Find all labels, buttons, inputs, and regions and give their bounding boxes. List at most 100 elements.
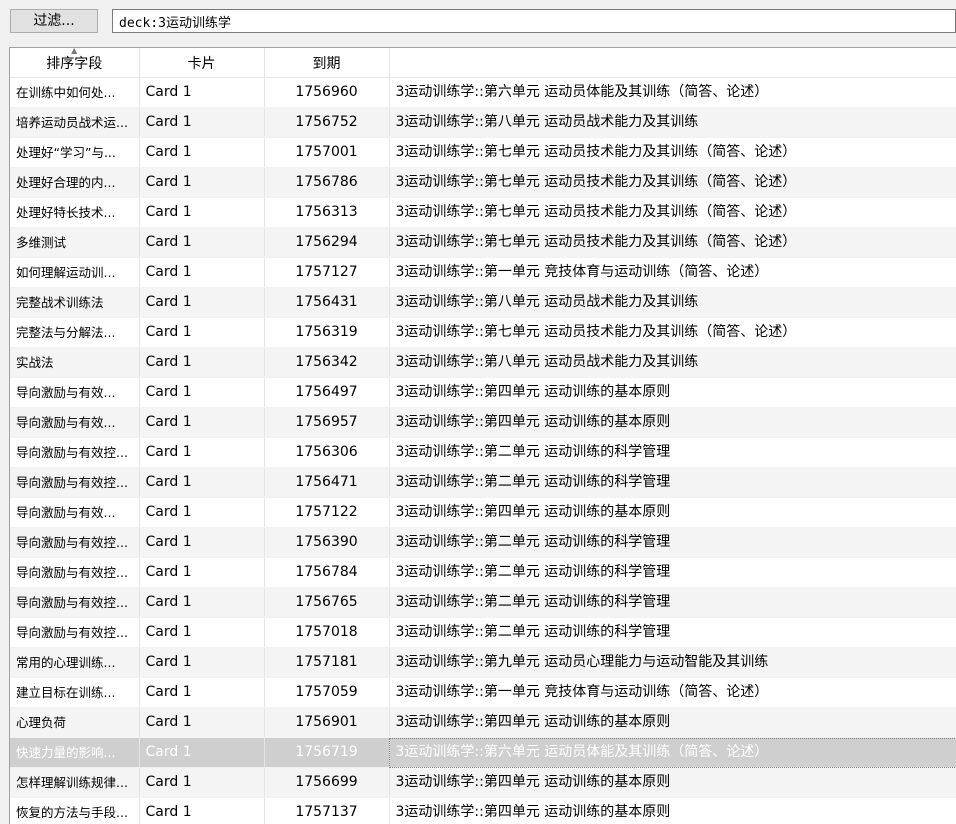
card-cell: Card 1 <box>139 108 264 138</box>
sort-field-cell: 培养运动员战术运... <box>10 108 139 138</box>
due-cell: 1756719 <box>264 738 389 768</box>
column-header-deck[interactable] <box>389 48 956 78</box>
card-cell: Card 1 <box>139 318 264 348</box>
due-cell: 1757122 <box>264 498 389 528</box>
sort-field-cell: 怎样理解训练规律... <box>10 768 139 798</box>
table-row[interactable]: 培养运动员战术运...Card 117567523运动训练学::第八单元 运动员… <box>10 108 956 138</box>
card-cell: Card 1 <box>139 228 264 258</box>
deck-cell: 3运动训练学::第六单元 运动员体能及其训练（简答、论述） <box>389 78 956 108</box>
sort-field-cell: 多维测试 <box>10 228 139 258</box>
sort-field-cell: 恢复的方法与手段... <box>10 798 139 824</box>
deck-cell: 3运动训练学::第六单元 运动员体能及其训练（简答、论述） <box>389 738 956 768</box>
table-row[interactable]: 在训练中如何处...Card 117569603运动训练学::第六单元 运动员体… <box>10 78 956 108</box>
card-cell: Card 1 <box>139 588 264 618</box>
card-cell: Card 1 <box>139 378 264 408</box>
sort-field-cell: 建立目标在训练... <box>10 678 139 708</box>
table-row[interactable]: 导向激励与有效控...Card 117563063运动训练学::第二单元 运动训… <box>10 438 956 468</box>
search-input[interactable] <box>112 9 956 33</box>
due-cell: 1756294 <box>264 228 389 258</box>
due-cell: 1757059 <box>264 678 389 708</box>
sort-field-cell: 完整战术训练法 <box>10 288 139 318</box>
sort-field-cell: 导向激励与有效控... <box>10 618 139 648</box>
card-cell: Card 1 <box>139 438 264 468</box>
card-cell: Card 1 <box>139 198 264 228</box>
table-row[interactable]: 导向激励与有效...Card 117571223运动训练学::第四单元 运动训练… <box>10 498 956 528</box>
card-cell: Card 1 <box>139 528 264 558</box>
table-row[interactable]: 导向激励与有效控...Card 117567843运动训练学::第二单元 运动训… <box>10 558 956 588</box>
table-row[interactable]: 导向激励与有效...Card 117564973运动训练学::第四单元 运动训练… <box>10 378 956 408</box>
deck-cell: 3运动训练学::第一单元 竞技体育与运动训练（简答、论述） <box>389 258 956 288</box>
sort-field-cell: 如何理解运动训... <box>10 258 139 288</box>
due-cell: 1756752 <box>264 108 389 138</box>
table-row[interactable]: 多维测试Card 117562943运动训练学::第七单元 运动员技术能力及其训… <box>10 228 956 258</box>
table-row[interactable]: 导向激励与有效控...Card 117567653运动训练学::第二单元 运动训… <box>10 588 956 618</box>
sort-field-cell: 在训练中如何处... <box>10 78 139 108</box>
deck-cell: 3运动训练学::第四单元 运动训练的基本原则 <box>389 798 956 824</box>
table-row[interactable]: 实战法Card 117563423运动训练学::第八单元 运动员战术能力及其训练 <box>10 348 956 378</box>
table-row[interactable]: 处理好“学习”与...Card 117570013运动训练学::第七单元 运动员… <box>10 138 956 168</box>
due-cell: 1756901 <box>264 708 389 738</box>
due-cell: 1756390 <box>264 528 389 558</box>
deck-cell: 3运动训练学::第四单元 运动训练的基本原则 <box>389 708 956 738</box>
table-row[interactable]: 完整战术训练法Card 117564313运动训练学::第八单元 运动员战术能力… <box>10 288 956 318</box>
table-row[interactable]: 导向激励与有效...Card 117569573运动训练学::第四单元 运动训练… <box>10 408 956 438</box>
column-header-label: 卡片 <box>188 56 216 72</box>
table-header: ▲ 排序字段 卡片 到期 <box>10 48 956 78</box>
due-cell: 1756784 <box>264 558 389 588</box>
sort-field-cell: 完整法与分解法... <box>10 318 139 348</box>
toolbar: 过滤... <box>0 0 956 40</box>
deck-cell: 3运动训练学::第七单元 运动员技术能力及其训练（简答、论述） <box>389 168 956 198</box>
table-row[interactable]: 处理好特长技术...Card 117563133运动训练学::第七单元 运动员技… <box>10 198 956 228</box>
filter-button[interactable]: 过滤... <box>10 9 98 33</box>
sort-field-cell: 导向激励与有效... <box>10 378 139 408</box>
due-cell: 1756313 <box>264 198 389 228</box>
deck-cell: 3运动训练学::第四单元 运动训练的基本原则 <box>389 498 956 528</box>
column-header-sort-field[interactable]: ▲ 排序字段 <box>10 48 139 78</box>
sort-field-cell: 快速力量的影响... <box>10 738 139 768</box>
table-row[interactable]: 恢复的方法与手段...Card 117571373运动训练学::第四单元 运动训… <box>10 798 956 824</box>
due-cell: 1756957 <box>264 408 389 438</box>
card-cell: Card 1 <box>139 798 264 824</box>
card-cell: Card 1 <box>139 288 264 318</box>
sort-ascending-icon: ▲ <box>71 47 77 56</box>
due-cell: 1756471 <box>264 468 389 498</box>
deck-cell: 3运动训练学::第四单元 运动训练的基本原则 <box>389 408 956 438</box>
table-row[interactable]: 处理好合理的内...Card 117567863运动训练学::第七单元 运动员技… <box>10 168 956 198</box>
table-row[interactable]: 怎样理解训练规律...Card 117566993运动训练学::第四单元 运动训… <box>10 768 956 798</box>
table-row[interactable]: 建立目标在训练...Card 117570593运动训练学::第一单元 竞技体育… <box>10 678 956 708</box>
deck-cell: 3运动训练学::第七单元 运动员技术能力及其训练（简答、论述） <box>389 318 956 348</box>
table-row[interactable]: 完整法与分解法...Card 117563193运动训练学::第七单元 运动员技… <box>10 318 956 348</box>
table-row[interactable]: 导向激励与有效控...Card 117564713运动训练学::第二单元 运动训… <box>10 468 956 498</box>
card-cell: Card 1 <box>139 408 264 438</box>
card-cell: Card 1 <box>139 468 264 498</box>
deck-cell: 3运动训练学::第八单元 运动员战术能力及其训练 <box>389 288 956 318</box>
column-header-due[interactable]: 到期 <box>264 48 389 78</box>
sort-field-cell: 导向激励与有效... <box>10 408 139 438</box>
card-cell: Card 1 <box>139 138 264 168</box>
table-row[interactable]: 心理负荷Card 117569013运动训练学::第四单元 运动训练的基本原则 <box>10 708 956 738</box>
card-cell: Card 1 <box>139 708 264 738</box>
due-cell: 1757137 <box>264 798 389 824</box>
sort-field-cell: 导向激励与有效... <box>10 498 139 528</box>
table-row[interactable]: 导向激励与有效控...Card 117570183运动训练学::第二单元 运动训… <box>10 618 956 648</box>
sort-field-cell: 处理好特长技术... <box>10 198 139 228</box>
table-row[interactable]: 快速力量的影响...Card 117567193运动训练学::第六单元 运动员体… <box>10 738 956 768</box>
column-header-card[interactable]: 卡片 <box>139 48 264 78</box>
table-row[interactable]: 常用的心理训练...Card 117571813运动训练学::第九单元 运动员心… <box>10 648 956 678</box>
card-cell: Card 1 <box>139 168 264 198</box>
sort-field-cell: 导向激励与有效控... <box>10 558 139 588</box>
card-list-table: ▲ 排序字段 卡片 到期 在训练中如何处...Card 117569603运动训… <box>9 47 956 824</box>
due-cell: 1757181 <box>264 648 389 678</box>
due-cell: 1756319 <box>264 318 389 348</box>
card-cell: Card 1 <box>139 738 264 768</box>
table-row[interactable]: 如何理解运动训...Card 117571273运动训练学::第一单元 竞技体育… <box>10 258 956 288</box>
due-cell: 1756786 <box>264 168 389 198</box>
deck-cell: 3运动训练学::第七单元 运动员技术能力及其训练（简答、论述） <box>389 228 956 258</box>
deck-cell: 3运动训练学::第二单元 运动训练的科学管理 <box>389 588 956 618</box>
due-cell: 1756497 <box>264 378 389 408</box>
sort-field-cell: 导向激励与有效控... <box>10 588 139 618</box>
deck-cell: 3运动训练学::第七单元 运动员技术能力及其训练（简答、论述） <box>389 198 956 228</box>
sort-field-cell: 实战法 <box>10 348 139 378</box>
table-row[interactable]: 导向激励与有效控...Card 117563903运动训练学::第二单元 运动训… <box>10 528 956 558</box>
deck-cell: 3运动训练学::第七单元 运动员技术能力及其训练（简答、论述） <box>389 138 956 168</box>
